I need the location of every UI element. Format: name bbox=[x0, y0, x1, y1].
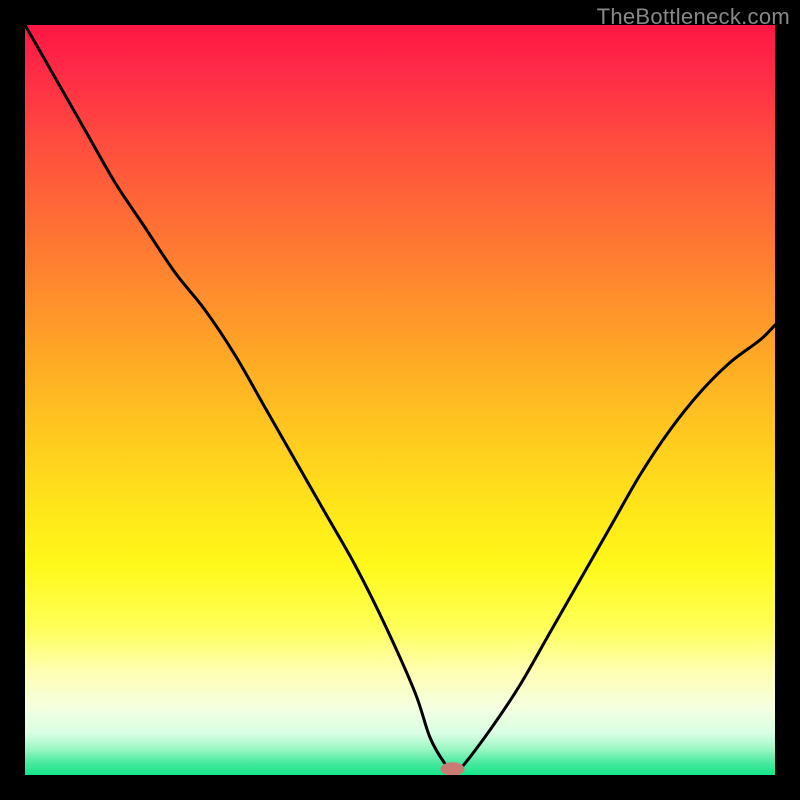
chart-svg bbox=[25, 25, 775, 775]
plot-area bbox=[25, 25, 775, 775]
chart-frame: TheBottleneck.com bbox=[0, 0, 800, 800]
gradient-background bbox=[25, 25, 775, 775]
watermark-text: TheBottleneck.com bbox=[597, 4, 790, 30]
